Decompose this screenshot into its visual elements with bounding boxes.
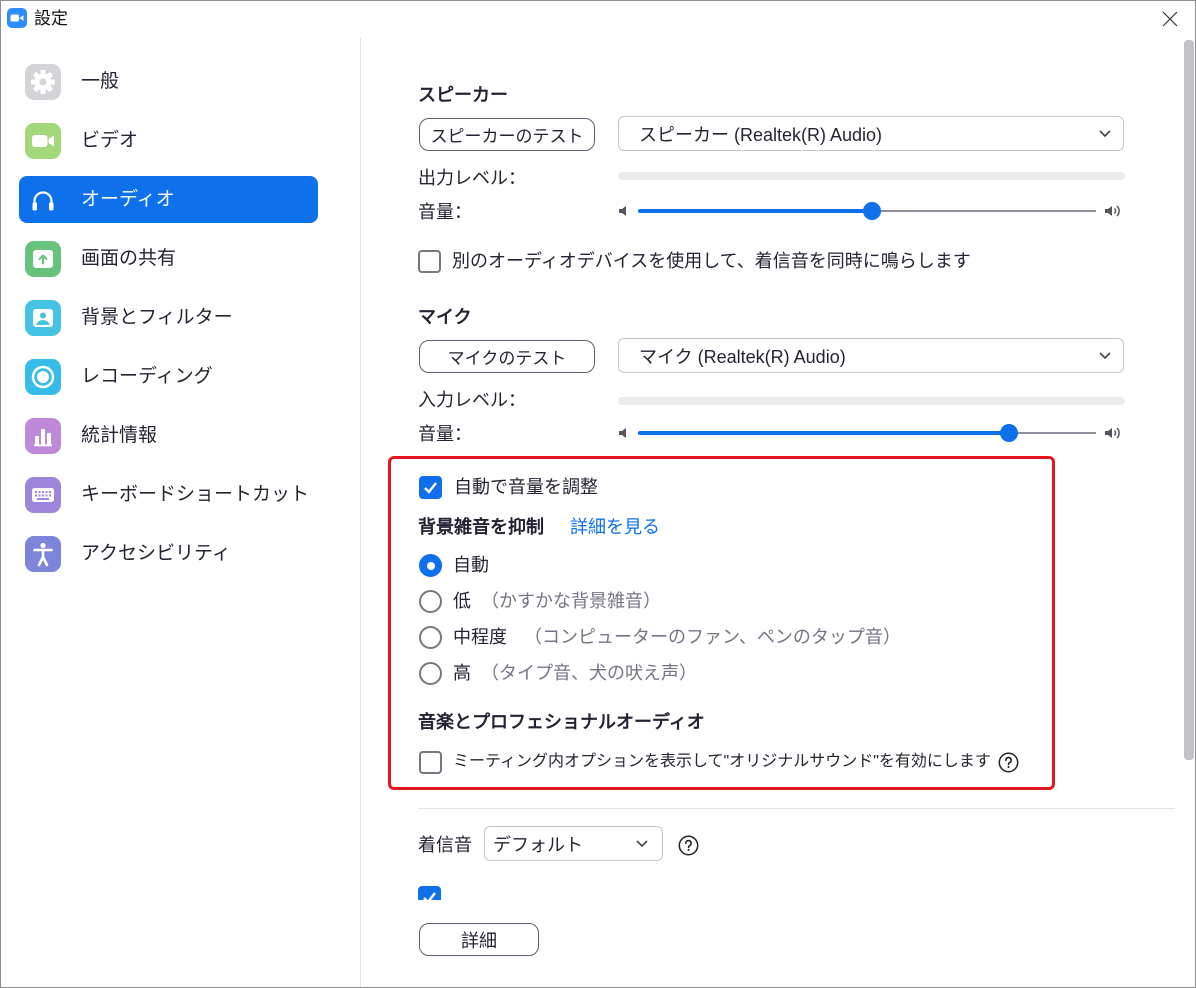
- sidebar-item-keyboard-shortcuts[interactable]: キーボードショートカット: [19, 471, 318, 518]
- learn-more-link[interactable]: 詳細を見る: [570, 515, 660, 539]
- noise-option-high-hint: （タイプ音、犬の吠え声）: [481, 663, 697, 683]
- chevron-down-icon: [1099, 352, 1111, 360]
- share-screen-icon: [25, 240, 61, 277]
- ringtone-label: 着信音: [418, 835, 472, 855]
- sidebar-item-background-filters[interactable]: 背景とフィルター: [19, 294, 318, 341]
- noise-suppression-heading: 背景雑音を抑制: [418, 517, 544, 537]
- background-person-icon: [25, 299, 61, 336]
- noise-option-low-label: 低: [453, 591, 471, 611]
- sidebar-item-audio[interactable]: オーディオ: [19, 176, 318, 223]
- original-sound-checkbox[interactable]: [419, 751, 442, 774]
- sidebar-item-label: レコーディング: [81, 365, 213, 387]
- test-mic-button[interactable]: マイクのテスト: [419, 340, 595, 373]
- speaker-heading: スピーカー: [418, 85, 508, 105]
- speaker-device-value: スピーカー (Realtek(R) Audio): [639, 124, 883, 145]
- sidebar-item-label: オーディオ: [81, 188, 175, 210]
- ring-separately-label: 別のオーディオデバイスを使用して、着信音を同時に鳴らします: [452, 251, 971, 271]
- speaker-low-icon: [619, 428, 626, 438]
- sidebar-item-label: 統計情報: [81, 424, 158, 446]
- sidebar-item-label: 画面の共有: [81, 247, 177, 269]
- output-level-meter: [618, 172, 1125, 180]
- sidebar-item-statistics[interactable]: 統計情報: [19, 412, 318, 459]
- sidebar-item-video[interactable]: ビデオ: [19, 117, 318, 164]
- mic-heading: マイク: [418, 307, 472, 327]
- mic-device-value: マイク (Realtek(R) Audio): [639, 346, 846, 367]
- mic-volume-label: 音量：: [418, 424, 472, 444]
- noise-option-medium-hint: （コンピューターのファン、ペンのタップ音）: [524, 627, 901, 647]
- accessibility-icon: [25, 535, 61, 572]
- sidebar-item-label: ビデオ: [81, 129, 139, 151]
- title-bar: 設定: [0, 0, 1196, 38]
- slider-thumb[interactable]: [999, 424, 1018, 442]
- speaker-device-select[interactable]: スピーカー (Realtek(R) Audio): [618, 116, 1124, 151]
- sidebar-item-share-screen[interactable]: 画面の共有: [19, 235, 318, 282]
- ringtone-value: デフォルト: [493, 834, 583, 855]
- bar-chart-icon: [25, 417, 61, 454]
- speaker-volume-label: 音量：: [418, 202, 472, 222]
- noise-option-low-hint: （かすかな背景雑音）: [481, 591, 661, 611]
- settings-sidebar: 一般 ビデオ オーディオ 画面の共有 背景とフィルター レコーディング 統計情報…: [0, 38, 361, 988]
- zoom-camera-icon: [7, 8, 27, 28]
- section-divider: [418, 808, 1175, 809]
- noise-option-medium-label: 中程度: [453, 627, 507, 647]
- output-level-label: 出力レベル：: [418, 168, 526, 188]
- headphones-icon: [25, 182, 61, 218]
- video-camera-icon: [25, 122, 61, 159]
- noise-option-medium-radio[interactable]: [419, 626, 442, 649]
- chevron-down-icon: [1099, 130, 1111, 138]
- noise-option-low-radio[interactable]: [419, 590, 442, 613]
- mic-volume-slider[interactable]: [618, 423, 1126, 443]
- settings-footer: 詳細: [362, 900, 1181, 987]
- close-button[interactable]: [1157, 6, 1183, 32]
- advanced-button[interactable]: 詳細: [419, 923, 539, 956]
- highlight-box: [388, 456, 1055, 790]
- noise-option-high-label: 高: [453, 663, 471, 683]
- help-question-icon[interactable]: [678, 835, 699, 856]
- window-title: 設定: [34, 9, 68, 28]
- sidebar-item-label: 一般: [81, 70, 120, 92]
- scrollbar[interactable]: [1182, 38, 1195, 987]
- speaker-low-icon: [619, 206, 626, 216]
- speaker-high-icon: [1105, 205, 1120, 217]
- noise-option-auto-label: 自動: [453, 555, 489, 575]
- keyboard-icon: [25, 476, 61, 513]
- sidebar-item-general[interactable]: 一般: [19, 58, 318, 105]
- noise-option-auto-radio[interactable]: [419, 554, 442, 577]
- speaker-volume-slider[interactable]: [618, 201, 1126, 221]
- slider-track[interactable]: [638, 424, 1096, 442]
- slider-thumb[interactable]: [862, 202, 881, 220]
- noise-option-high-radio[interactable]: [419, 662, 442, 685]
- speaker-high-icon: [1105, 427, 1120, 439]
- gear-icon: [25, 63, 61, 100]
- sidebar-item-label: 背景とフィルター: [81, 306, 233, 328]
- sidebar-item-recording[interactable]: レコーディング: [19, 353, 318, 400]
- sidebar-item-label: キーボードショートカット: [81, 483, 310, 505]
- help-question-icon[interactable]: [998, 752, 1019, 773]
- input-level-label: 入力レベル：: [418, 390, 526, 410]
- input-level-meter: [618, 397, 1125, 405]
- ringtone-select[interactable]: デフォルト: [484, 826, 663, 861]
- auto-adjust-volume-label: 自動で音量を調整: [454, 477, 598, 497]
- music-audio-heading: 音楽とプロフェショナルオーディオ: [418, 712, 705, 732]
- auto-adjust-volume-checkbox[interactable]: [419, 476, 442, 499]
- chevron-down-icon: [636, 840, 648, 848]
- close-icon: [1162, 11, 1178, 27]
- record-icon: [25, 358, 61, 395]
- ring-separately-checkbox[interactable]: [418, 250, 441, 273]
- mic-device-select[interactable]: マイク (Realtek(R) Audio): [618, 338, 1124, 373]
- sidebar-item-accessibility[interactable]: アクセシビリティ: [19, 530, 318, 577]
- sidebar-item-label: アクセシビリティ: [81, 542, 231, 564]
- original-sound-label: ミーティング内オプションを表示して"オリジナルサウンド"を有効にします: [453, 753, 991, 770]
- scrollbar-thumb[interactable]: [1184, 40, 1194, 760]
- slider-track[interactable]: [638, 202, 1096, 220]
- test-speaker-button[interactable]: スピーカーのテスト: [419, 118, 595, 151]
